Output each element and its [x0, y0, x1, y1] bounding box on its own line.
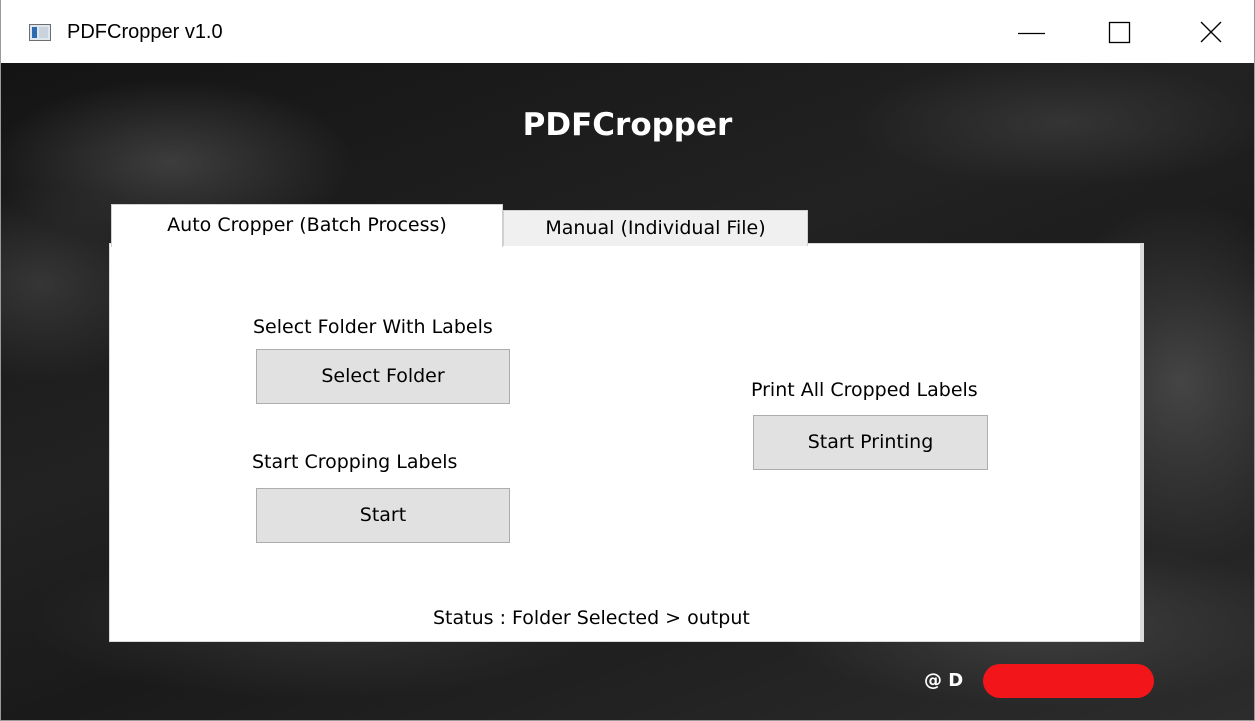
print-labels-label: Print All Cropped Labels	[751, 379, 978, 401]
minimize-icon	[1018, 32, 1045, 35]
app-heading: PDFCropper	[522, 107, 733, 143]
footer-credit: @ D	[924, 670, 964, 691]
start-cropping-label: Start Cropping Labels	[252, 451, 458, 473]
select-folder-button[interactable]: Select Folder	[256, 349, 510, 404]
app-window: PDFCropper v1.0 PDFCropper Auto Cropper …	[0, 0, 1255, 721]
maximize-icon	[1108, 21, 1131, 44]
window-title: PDFCropper v1.0	[67, 21, 223, 43]
select-folder-label: Select Folder With Labels	[253, 316, 493, 338]
redaction-mark	[983, 664, 1154, 698]
client-area: PDFCropper Auto Cropper (Batch Process) …	[1, 63, 1254, 720]
start-printing-button[interactable]: Start Printing	[753, 415, 988, 470]
close-button[interactable]	[1165, 0, 1255, 63]
tab-auto-cropper[interactable]: Auto Cropper (Batch Process)	[111, 204, 503, 247]
minimize-button[interactable]	[986, 0, 1078, 63]
app-icon	[29, 24, 51, 41]
close-icon	[1200, 21, 1222, 43]
tab-panel-auto-cropper: Select Folder With Labels Select Folder …	[109, 243, 1144, 642]
maximize-button[interactable]	[1078, 0, 1170, 63]
start-button[interactable]: Start	[256, 488, 510, 543]
status-text: Status : Folder Selected > output	[433, 607, 750, 629]
tab-manual[interactable]: Manual (Individual File)	[503, 210, 808, 246]
title-bar[interactable]: PDFCropper v1.0	[1, 0, 1254, 63]
